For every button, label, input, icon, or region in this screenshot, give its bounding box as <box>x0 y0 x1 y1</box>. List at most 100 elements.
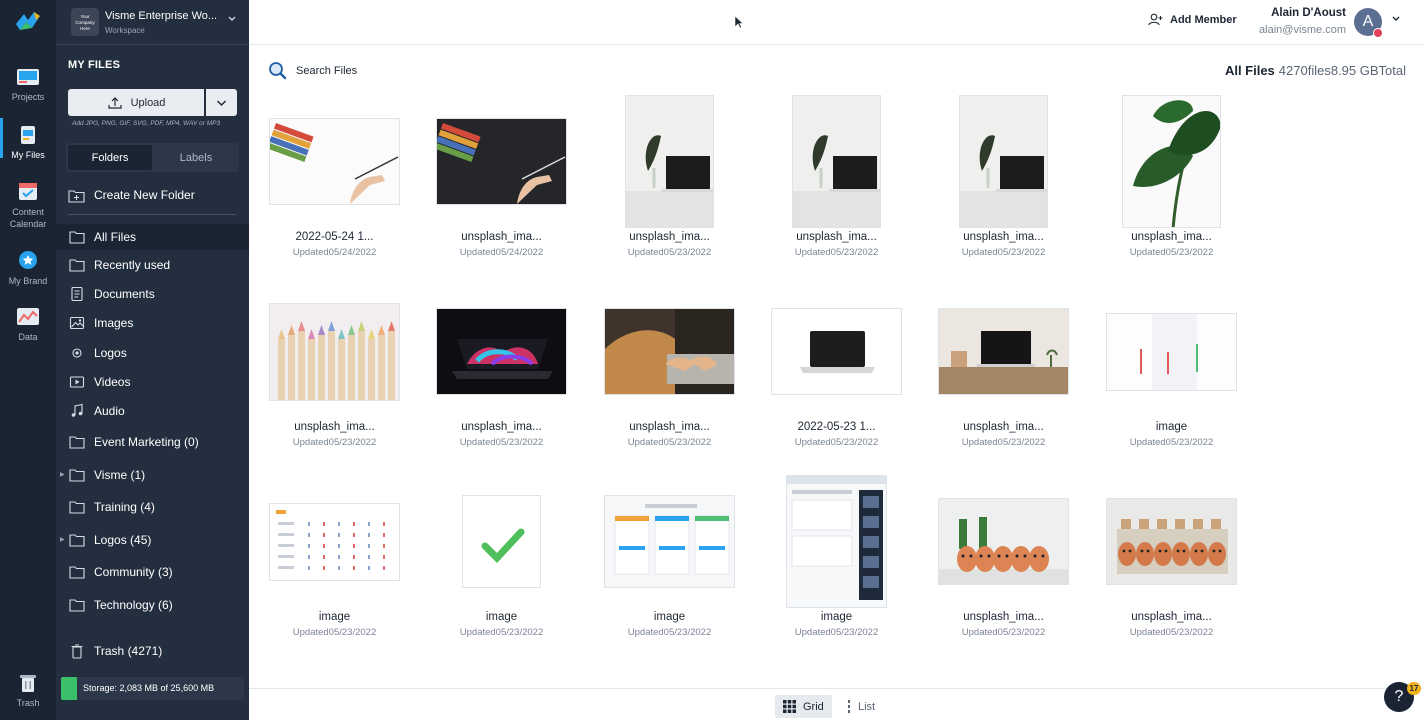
file-card[interactable]: unsplash_ima... Updated05/23/2022 <box>937 475 1070 650</box>
file-card[interactable]: unsplash_ima... Updated05/23/2022 <box>603 95 736 270</box>
chevron-down-icon[interactable] <box>1391 14 1401 24</box>
file-card[interactable]: unsplash_ima... Updated05/23/2022 <box>603 285 736 460</box>
file-thumbnail[interactable] <box>269 118 400 205</box>
workspace-switcher[interactable]: Your Company Here Visme Enterprise Wo...… <box>71 8 241 38</box>
nav-item-training[interactable]: Training (4) <box>56 494 249 520</box>
nav-label: Community (3) <box>94 565 173 579</box>
file-thumbnail[interactable] <box>1106 312 1237 391</box>
user-email: alain@visme.com <box>1259 24 1346 36</box>
file-thumbnail[interactable] <box>1106 498 1237 585</box>
files-summary: All Files 4270files8.95 GBTotal <box>1225 63 1406 78</box>
file-updated-date: Updated05/23/2022 <box>459 627 544 638</box>
file-card[interactable]: image Updated05/23/2022 <box>770 475 903 650</box>
file-updated-date: Updated05/23/2022 <box>1129 437 1214 448</box>
rail-item-data[interactable]: Data <box>0 306 56 342</box>
nav-label: Documents <box>94 287 155 301</box>
file-thumbnail[interactable] <box>959 95 1048 228</box>
nav-item-trash[interactable]: Trash (4271) <box>56 638 249 664</box>
file-card[interactable]: unsplash_ima... Updated05/23/2022 <box>1105 95 1238 270</box>
file-name: unsplash_ima... <box>629 421 710 433</box>
rail-item-projects[interactable]: Projects <box>0 66 56 102</box>
file-updated-date: Updated05/23/2022 <box>292 437 377 448</box>
nav-item-recently-used[interactable]: Recently used <box>56 252 249 278</box>
thumbnail-frame <box>1105 95 1238 228</box>
file-card[interactable]: unsplash_ima... Updated05/23/2022 <box>435 285 568 460</box>
thumbnail-image <box>960 96 1047 227</box>
file-card[interactable]: 2022-05-23 1... Updated05/23/2022 <box>770 285 903 460</box>
nav-item-audio[interactable]: Audio <box>56 398 249 424</box>
expand-arrow-icon[interactable]: ▶ <box>60 536 65 543</box>
thumbnail-frame <box>937 475 1070 608</box>
add-member-button[interactable]: Add Member <box>1148 13 1237 26</box>
nav-item-images[interactable]: Images <box>56 310 249 336</box>
nav-item-event-marketing[interactable]: Event Marketing (0) <box>56 429 249 455</box>
nav-item-technology[interactable]: Technology (6) <box>56 592 249 618</box>
file-updated-date: Updated05/23/2022 <box>292 627 377 638</box>
file-thumbnail[interactable] <box>269 502 400 581</box>
nav-item-documents[interactable]: Documents <box>56 281 249 307</box>
file-name: unsplash_ima... <box>963 231 1044 243</box>
file-card[interactable]: image Updated05/23/2022 <box>268 475 401 650</box>
file-thumbnail[interactable] <box>604 308 735 395</box>
trash-icon <box>71 644 83 659</box>
file-thumbnail[interactable] <box>604 495 735 588</box>
file-card[interactable]: 2022-05-24 1... Updated05/24/2022 <box>268 95 401 270</box>
create-folder-button[interactable]: Create New Folder <box>68 185 195 205</box>
file-thumbnail[interactable] <box>1122 95 1221 228</box>
file-updated-date: Updated05/23/2022 <box>961 627 1046 638</box>
file-thumbnail[interactable] <box>792 95 881 228</box>
workspace-subtitle: Workspace <box>105 26 145 35</box>
file-thumbnail[interactable] <box>462 495 541 588</box>
thumbnail-frame <box>268 95 401 228</box>
expand-arrow-icon[interactable]: ▶ <box>60 471 65 478</box>
file-thumbnail[interactable] <box>625 95 714 228</box>
file-card[interactable]: image Updated05/23/2022 <box>603 475 736 650</box>
rail-item-my-brand[interactable]: My Brand <box>0 250 56 286</box>
thumbnail-image <box>939 309 1068 394</box>
file-card[interactable]: unsplash_ima... Updated05/23/2022 <box>937 285 1070 460</box>
upload-options-button[interactable] <box>206 89 237 116</box>
file-card[interactable]: image Updated05/23/2022 <box>435 475 568 650</box>
nav-item-videos[interactable]: Videos <box>56 369 249 395</box>
file-updated-date: Updated05/23/2022 <box>1129 627 1214 638</box>
file-thumbnail[interactable] <box>436 308 567 395</box>
file-card[interactable]: image Updated05/23/2022 <box>1105 285 1238 460</box>
projects-icon <box>17 69 39 85</box>
visme-logo-icon[interactable] <box>14 10 42 34</box>
upload-button[interactable]: Upload <box>68 89 204 116</box>
file-thumbnail[interactable] <box>938 308 1069 395</box>
tab-folders[interactable]: Folders <box>68 145 152 170</box>
file-thumbnail[interactable] <box>938 498 1069 585</box>
search-files[interactable]: Search Files <box>268 61 357 80</box>
nav-item-community[interactable]: Community (3) <box>56 559 249 585</box>
left-rail: Projects My Files Content Calendar My Br… <box>0 0 56 720</box>
file-thumbnail[interactable] <box>771 308 902 395</box>
file-thumbnail[interactable] <box>786 475 887 608</box>
rail-item-trash[interactable]: Trash <box>0 672 56 708</box>
folder-icon <box>69 599 85 612</box>
nav-item-logos[interactable]: Logos <box>56 340 249 366</box>
nav-label: Recently used <box>94 258 171 272</box>
file-updated-date: Updated05/23/2022 <box>627 247 712 258</box>
thumbnail-image <box>605 496 734 587</box>
thumbnail-image <box>793 96 880 227</box>
file-card[interactable]: unsplash_ima... Updated05/23/2022 <box>268 285 401 460</box>
file-thumbnail[interactable] <box>269 302 400 401</box>
file-thumbnail[interactable] <box>436 118 567 205</box>
thumbnail-image <box>437 119 566 204</box>
nav-label: Technology (6) <box>94 598 173 612</box>
file-card[interactable]: unsplash_ima... Updated05/23/2022 <box>1105 475 1238 650</box>
tab-labels[interactable]: Labels <box>154 145 238 170</box>
file-card[interactable]: unsplash_ima... Updated05/23/2022 <box>937 95 1070 270</box>
help-icon: ? <box>1394 688 1404 705</box>
file-card[interactable]: unsplash_ima... Updated05/24/2022 <box>435 95 568 270</box>
rail-item-my-files[interactable]: My Files <box>0 118 56 160</box>
grid-view-button[interactable]: Grid <box>775 695 832 718</box>
file-card[interactable]: unsplash_ima... Updated05/23/2022 <box>770 95 903 270</box>
nav-item-visme[interactable]: ▶ Visme (1) <box>56 462 249 488</box>
rail-item-content-calendar[interactable]: Content Calendar <box>0 180 56 230</box>
nav-item-logos[interactable]: ▶ Logos (45) <box>56 527 249 553</box>
nav-item-all-files[interactable]: All Files <box>56 224 249 250</box>
list-view-button[interactable]: List <box>839 695 883 718</box>
thumbnail-frame <box>603 285 736 418</box>
